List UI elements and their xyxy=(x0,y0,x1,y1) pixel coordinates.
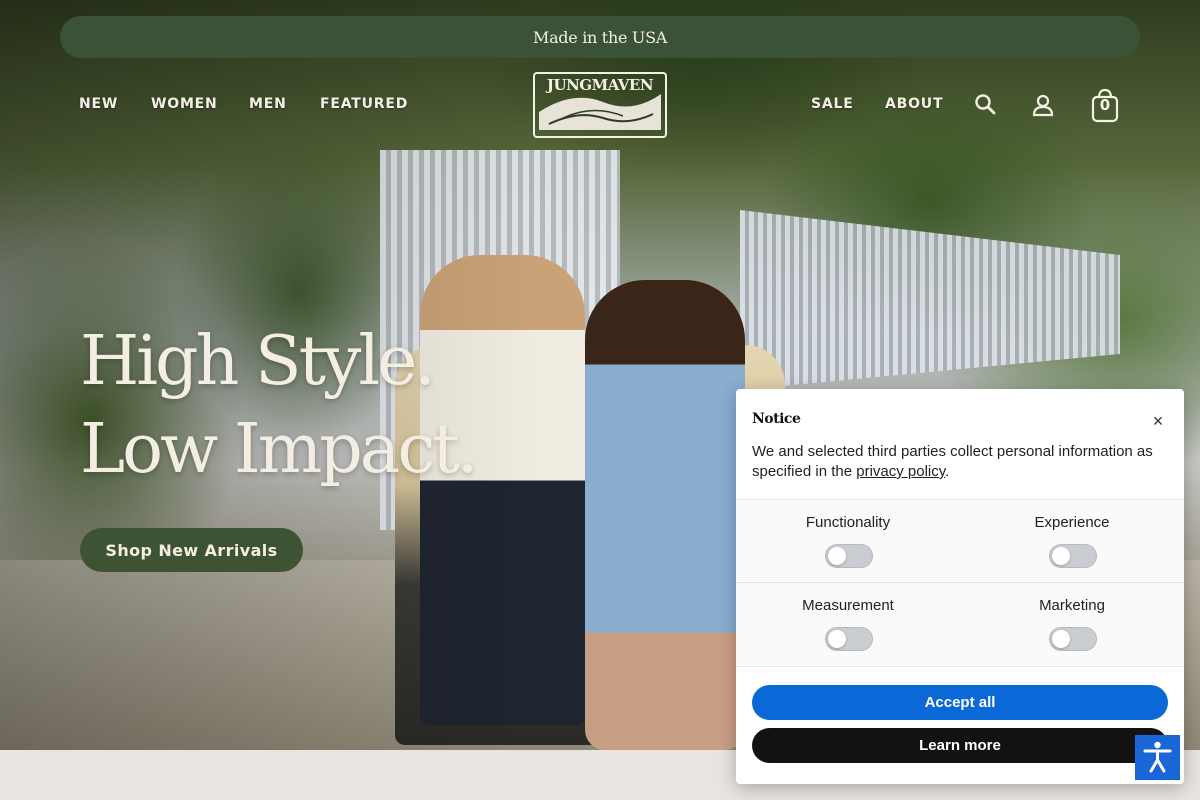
cookie-notice: Notice × We and selected third parties c… xyxy=(736,389,1184,784)
close-icon[interactable]: × xyxy=(1146,408,1170,432)
category-measurement: Measurement xyxy=(736,583,961,665)
nav-about[interactable]: ABOUT xyxy=(885,96,943,112)
shop-new-arrivals-button[interactable]: Shop New Arrivals xyxy=(80,528,303,572)
consent-categories: Functionality Experience Measurement Mar… xyxy=(736,499,1184,667)
learn-more-button[interactable]: Learn more xyxy=(752,728,1168,763)
marketing-toggle[interactable] xyxy=(1049,627,1097,651)
category-marketing: Marketing xyxy=(960,583,1184,665)
category-label: Experience xyxy=(1034,514,1110,531)
announcement-bar: Made in the USA xyxy=(60,16,1140,58)
nav-new[interactable]: NEW xyxy=(79,96,118,112)
nav-women[interactable]: WOMEN xyxy=(151,96,218,112)
measurement-toggle[interactable] xyxy=(825,627,873,651)
nav-sale[interactable]: SALE xyxy=(811,96,854,112)
hero-headline-line2: Low Impact. xyxy=(80,410,478,489)
logo-text: JUNGMAVEN xyxy=(546,76,654,94)
nav-featured[interactable]: FEATURED xyxy=(320,96,408,112)
accessibility-button[interactable] xyxy=(1135,735,1180,780)
category-label: Measurement xyxy=(802,597,894,614)
category-functionality: Functionality xyxy=(736,500,961,583)
notice-text-after: . xyxy=(945,463,950,480)
notice-text-before: We and selected third parties collect pe… xyxy=(752,443,1153,480)
cart-count: 0 xyxy=(1099,96,1111,114)
hero-headline: High Style. Low Impact. xyxy=(80,318,478,494)
notice-text: We and selected third parties collect pe… xyxy=(752,442,1162,482)
account-icon[interactable] xyxy=(1030,92,1056,118)
category-label: Functionality xyxy=(805,514,891,531)
search-icon[interactable] xyxy=(973,92,999,118)
accessibility-icon xyxy=(1143,741,1172,773)
category-label: Marketing xyxy=(1039,597,1105,614)
privacy-policy-link[interactable]: privacy policy xyxy=(856,463,945,480)
accept-all-button[interactable]: Accept all xyxy=(752,685,1168,720)
functionality-toggle[interactable] xyxy=(825,544,873,568)
category-experience: Experience xyxy=(960,500,1184,583)
hero-headline-line1: High Style. xyxy=(80,322,436,401)
nav-men[interactable]: MEN xyxy=(249,96,287,112)
cart-button[interactable]: 0 xyxy=(1091,87,1119,123)
announcement-text: Made in the USA xyxy=(532,27,668,47)
experience-toggle[interactable] xyxy=(1049,544,1097,568)
notice-title: Notice xyxy=(752,411,801,427)
